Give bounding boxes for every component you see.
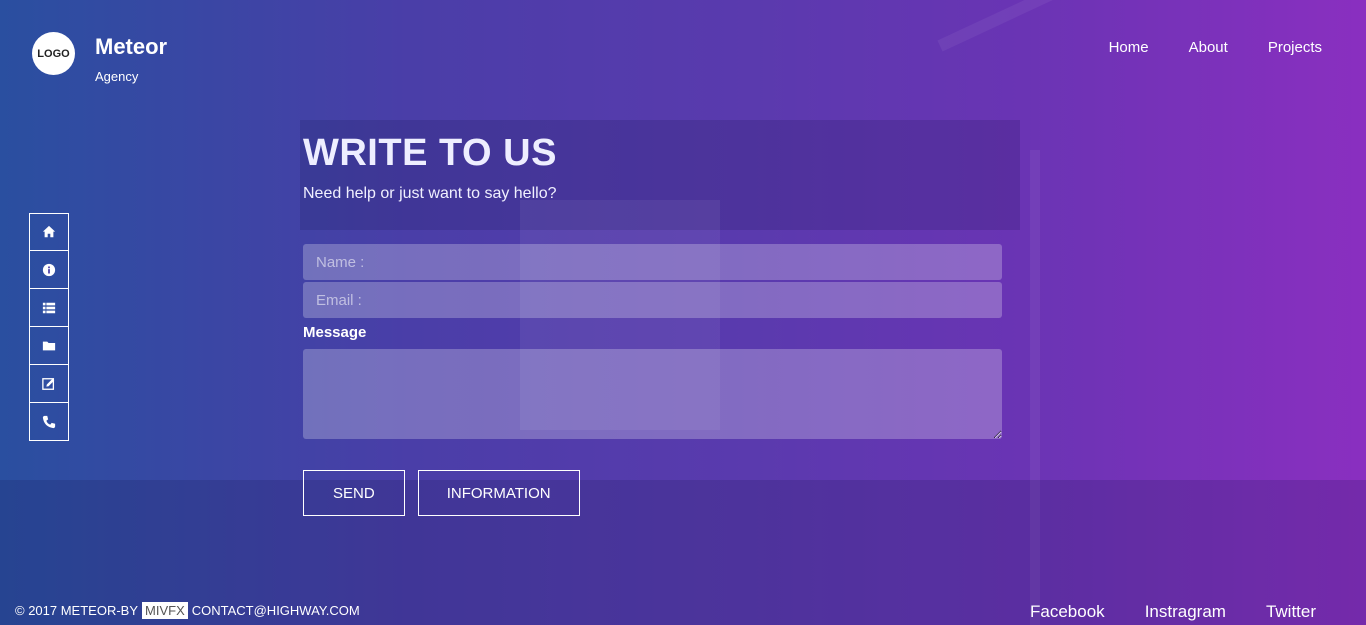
author-tag[interactable]: MIVFX: [142, 602, 188, 619]
nav-projects[interactable]: Projects: [1268, 39, 1322, 56]
sidenav-list[interactable]: [29, 289, 69, 327]
brand-name: Meteor: [95, 34, 168, 59]
nav-home[interactable]: Home: [1109, 39, 1149, 56]
sidenav-home[interactable]: [29, 213, 69, 251]
info-icon: [42, 263, 56, 276]
list-icon: [42, 302, 56, 313]
sidenav-info[interactable]: [29, 251, 69, 289]
name-input[interactable]: [303, 244, 1002, 280]
logo[interactable]: LOGO: [32, 32, 75, 75]
top-nav: Home About Projects: [1109, 39, 1322, 56]
folder-icon: [42, 341, 56, 350]
information-button[interactable]: INFORMATION: [417, 470, 580, 516]
brand: LOGO Meteor Agency: [32, 32, 167, 84]
footer-copyright: © 2017 METEOR-BY MIVFX CONTACT@HIGHWAY.C…: [15, 602, 360, 619]
form-buttons: SEND INFORMATION: [303, 470, 1003, 516]
nav-about[interactable]: About: [1189, 39, 1228, 56]
twitter-link[interactable]: Twitter: [1266, 602, 1316, 622]
side-nav: [29, 213, 69, 441]
message-label: Message: [303, 324, 367, 341]
sidenav-folder[interactable]: [29, 327, 69, 365]
page-title: WRITE TO US: [303, 132, 557, 174]
facebook-link[interactable]: Facebook: [1030, 602, 1105, 622]
page-subtitle: Need help or just want to say hello?: [303, 185, 557, 202]
brand-subtitle: Agency: [95, 69, 139, 84]
sidenav-edit[interactable]: [29, 365, 69, 403]
edit-icon: [42, 377, 55, 390]
social-links: Facebook Instragram Twitter: [1030, 602, 1316, 622]
email-input[interactable]: [303, 282, 1002, 318]
copyright-text: © 2017 METEOR-BY: [15, 603, 139, 618]
home-icon: [42, 225, 56, 238]
contact-email[interactable]: CONTACT@HIGHWAY.COM: [192, 603, 360, 618]
phone-icon: [42, 415, 56, 428]
message-textarea[interactable]: [303, 349, 1002, 439]
sidenav-phone[interactable]: [29, 403, 69, 441]
contact-section: WRITE TO US Need help or just want to sa…: [303, 132, 1003, 516]
instagram-link[interactable]: Instragram: [1145, 602, 1226, 622]
send-button[interactable]: SEND: [303, 470, 405, 516]
